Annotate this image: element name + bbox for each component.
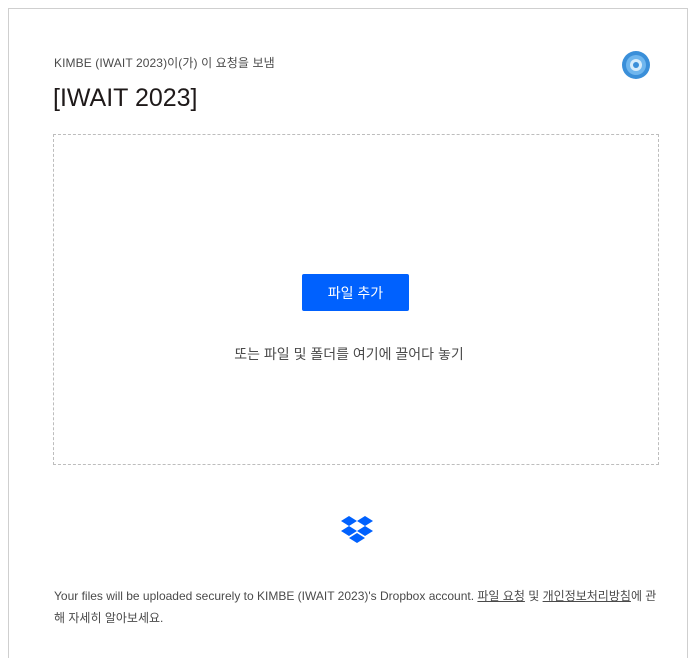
avatar-icon xyxy=(622,51,650,79)
add-files-button[interactable]: 파일 추가 xyxy=(302,274,409,311)
footer-note: Your files will be uploaded securely to … xyxy=(54,585,664,629)
privacy-policy-link[interactable]: 개인정보처리방침 xyxy=(543,589,631,603)
drop-hint-text: 또는 파일 및 폴더를 여기에 끌어다 놓기 xyxy=(234,346,464,362)
footer-text-prefix: Your files will be uploaded securely to … xyxy=(54,589,478,603)
file-requests-link[interactable]: 파일 요청 xyxy=(477,589,525,603)
page-title: [IWAIT 2023] xyxy=(53,84,198,112)
dropbox-logo-icon xyxy=(341,516,373,543)
footer-text-and: 및 xyxy=(524,589,543,603)
sender-line: KIMBE (IWAIT 2023)이(가) 이 요청을 보냄 xyxy=(54,56,275,70)
